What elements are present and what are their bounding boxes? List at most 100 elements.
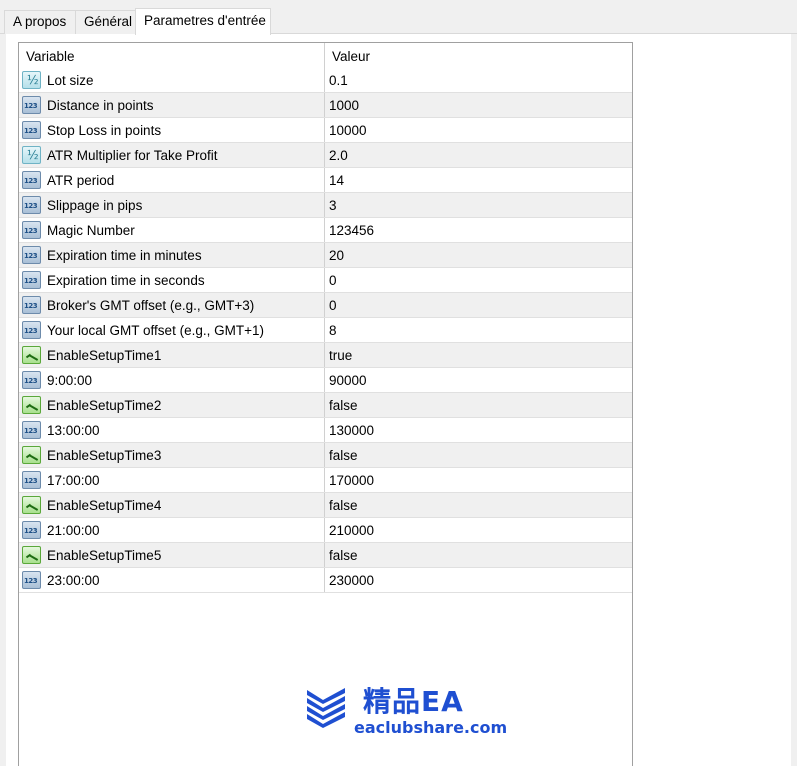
tab-about[interactable]: A propos bbox=[4, 10, 76, 34]
parameter-name: EnableSetupTime1 bbox=[47, 348, 162, 363]
table-row[interactable]: Broker's GMT offset (e.g., GMT+3) 0 bbox=[19, 293, 632, 318]
parameter-value-cell[interactable]: false bbox=[325, 543, 632, 567]
parameter-value-cell[interactable]: 10000 bbox=[325, 118, 632, 142]
parameter-name-cell[interactable]: Your local GMT offset (e.g., GMT+1) bbox=[19, 318, 325, 342]
parameter-name: Lot size bbox=[47, 73, 94, 88]
parameter-name-cell[interactable]: 17:00:00 bbox=[19, 468, 325, 492]
parameter-value-cell[interactable]: false bbox=[325, 393, 632, 417]
integer-type-icon bbox=[22, 421, 41, 439]
double-type-icon bbox=[22, 71, 41, 89]
tab-bar: A propos Général Parametres d'entrée bbox=[0, 0, 797, 35]
table-row[interactable]: Lot size 0.1 bbox=[19, 68, 632, 93]
integer-type-icon bbox=[22, 321, 41, 339]
parameter-value-cell[interactable]: 170000 bbox=[325, 468, 632, 492]
grid-rows: Lot size 0.1 Distance in points 1000Stop Lo… bbox=[19, 68, 632, 593]
parameter-name-cell[interactable]: 21:00:00 bbox=[19, 518, 325, 542]
parameter-name-cell[interactable]: 13:00:00 bbox=[19, 418, 325, 442]
table-row[interactable]: EnableSetupTime2 false bbox=[19, 393, 632, 418]
parameter-value-cell[interactable]: 123456 bbox=[325, 218, 632, 242]
parameter-name: 17:00:00 bbox=[47, 473, 100, 488]
parameter-name: Magic Number bbox=[47, 223, 135, 238]
integer-type-icon bbox=[22, 121, 41, 139]
integer-type-icon bbox=[22, 171, 41, 189]
parameter-name-cell[interactable]: EnableSetupTime1 bbox=[19, 343, 325, 367]
table-row[interactable]: Expiration time in seconds 0 bbox=[19, 268, 632, 293]
parameter-name: Distance in points bbox=[47, 98, 154, 113]
parameter-name-cell[interactable]: Expiration time in seconds bbox=[19, 268, 325, 292]
column-header-value[interactable]: Valeur bbox=[325, 43, 632, 68]
parameter-name-cell[interactable]: Expiration time in minutes bbox=[19, 243, 325, 267]
double-type-icon bbox=[22, 146, 41, 164]
table-row[interactable]: Distance in points 1000 bbox=[19, 93, 632, 118]
table-row[interactable]: Stop Loss in points 10000 bbox=[19, 118, 632, 143]
table-row[interactable]: EnableSetupTime4 false bbox=[19, 493, 632, 518]
parameter-name-cell[interactable]: EnableSetupTime2 bbox=[19, 393, 325, 417]
integer-type-icon bbox=[22, 296, 41, 314]
integer-type-icon bbox=[22, 196, 41, 214]
table-row[interactable]: 21:00:00 210000 bbox=[19, 518, 632, 543]
parameter-name-cell[interactable]: 9:00:00 bbox=[19, 368, 325, 392]
parameter-value-cell[interactable]: 130000 bbox=[325, 418, 632, 442]
parameters-grid: Variable Valeur Lot size0.1Distance in p… bbox=[18, 42, 633, 766]
parameter-value-cell[interactable]: 230000 bbox=[325, 568, 632, 592]
parameter-name-cell[interactable]: ATR period bbox=[19, 168, 325, 192]
table-row[interactable]: Magic Number 123456 bbox=[19, 218, 632, 243]
parameter-name: ATR Multiplier for Take Profit bbox=[47, 148, 218, 163]
parameter-name-cell[interactable]: Distance in points bbox=[19, 93, 325, 117]
parameter-value-cell[interactable]: 0 bbox=[325, 268, 632, 292]
parameter-name: EnableSetupTime2 bbox=[47, 398, 162, 413]
parameter-name-cell[interactable]: Slippage in pips bbox=[19, 193, 325, 217]
parameter-value-cell[interactable]: 2.0 bbox=[325, 143, 632, 167]
integer-type-icon bbox=[22, 371, 41, 389]
bool-type-icon bbox=[22, 396, 41, 414]
parameter-name-cell[interactable]: ATR Multiplier for Take Profit bbox=[19, 143, 325, 167]
parameter-value-cell[interactable]: 0 bbox=[325, 293, 632, 317]
parameter-value-cell[interactable]: 90000 bbox=[325, 368, 632, 392]
parameter-name-cell[interactable]: Lot size bbox=[19, 68, 325, 92]
parameter-value-cell[interactable]: 1000 bbox=[325, 93, 632, 117]
table-row[interactable]: 13:00:00 130000 bbox=[19, 418, 632, 443]
table-row[interactable]: Slippage in pips 3 bbox=[19, 193, 632, 218]
parameter-name: Broker's GMT offset (e.g., GMT+3) bbox=[47, 298, 255, 313]
table-row[interactable]: EnableSetupTime5 false bbox=[19, 543, 632, 568]
bool-type-icon bbox=[22, 496, 41, 514]
parameter-value-cell[interactable]: 3 bbox=[325, 193, 632, 217]
parameter-value-cell[interactable]: 210000 bbox=[325, 518, 632, 542]
bool-type-icon bbox=[22, 546, 41, 564]
parameter-name: 9:00:00 bbox=[47, 373, 93, 388]
parameter-name-cell[interactable]: Magic Number bbox=[19, 218, 325, 242]
parameter-value-cell[interactable]: true bbox=[325, 343, 632, 367]
parameter-value-cell[interactable]: 14 bbox=[325, 168, 632, 192]
parameter-value-cell[interactable]: false bbox=[325, 493, 632, 517]
watermark-logo: 精品EA eaclubshare.com bbox=[303, 678, 507, 740]
parameter-name-cell[interactable]: 23:00:00 bbox=[19, 568, 325, 592]
table-row[interactable]: Expiration time in minutes 20 bbox=[19, 243, 632, 268]
tab-general[interactable]: Général bbox=[75, 10, 136, 34]
parameter-name: Expiration time in seconds bbox=[47, 273, 205, 288]
stacked-layers-icon bbox=[307, 688, 345, 728]
integer-type-icon bbox=[22, 221, 41, 239]
parameter-value-cell[interactable]: 8 bbox=[325, 318, 632, 342]
parameter-name-cell[interactable]: Broker's GMT offset (e.g., GMT+3) bbox=[19, 293, 325, 317]
table-row[interactable]: EnableSetupTime1 true bbox=[19, 343, 632, 368]
parameter-name: 23:00:00 bbox=[47, 573, 100, 588]
table-row[interactable]: 23:00:00 230000 bbox=[19, 568, 632, 593]
table-row[interactable]: EnableSetupTime3 false bbox=[19, 443, 632, 468]
table-row[interactable]: Your local GMT offset (e.g., GMT+1) 8 bbox=[19, 318, 632, 343]
table-row[interactable]: 9:00:00 90000 bbox=[19, 368, 632, 393]
parameter-name-cell[interactable]: EnableSetupTime3 bbox=[19, 443, 325, 467]
parameter-value-cell[interactable]: false bbox=[325, 443, 632, 467]
integer-type-icon bbox=[22, 471, 41, 489]
parameter-name-cell[interactable]: Stop Loss in points bbox=[19, 118, 325, 142]
table-row[interactable]: ATR period 14 bbox=[19, 168, 632, 193]
parameter-name-cell[interactable]: EnableSetupTime4 bbox=[19, 493, 325, 517]
parameter-name: EnableSetupTime3 bbox=[47, 448, 162, 463]
table-row[interactable]: ATR Multiplier for Take Profit 2.0 bbox=[19, 143, 632, 168]
parameter-name-cell[interactable]: EnableSetupTime5 bbox=[19, 543, 325, 567]
parameter-name: Expiration time in minutes bbox=[47, 248, 202, 263]
parameter-value-cell[interactable]: 20 bbox=[325, 243, 632, 267]
parameter-value-cell[interactable]: 0.1 bbox=[325, 68, 632, 92]
tab-input-parameters[interactable]: Parametres d'entrée bbox=[135, 8, 271, 35]
column-header-variable[interactable]: Variable bbox=[19, 43, 325, 68]
table-row[interactable]: 17:00:00 170000 bbox=[19, 468, 632, 493]
